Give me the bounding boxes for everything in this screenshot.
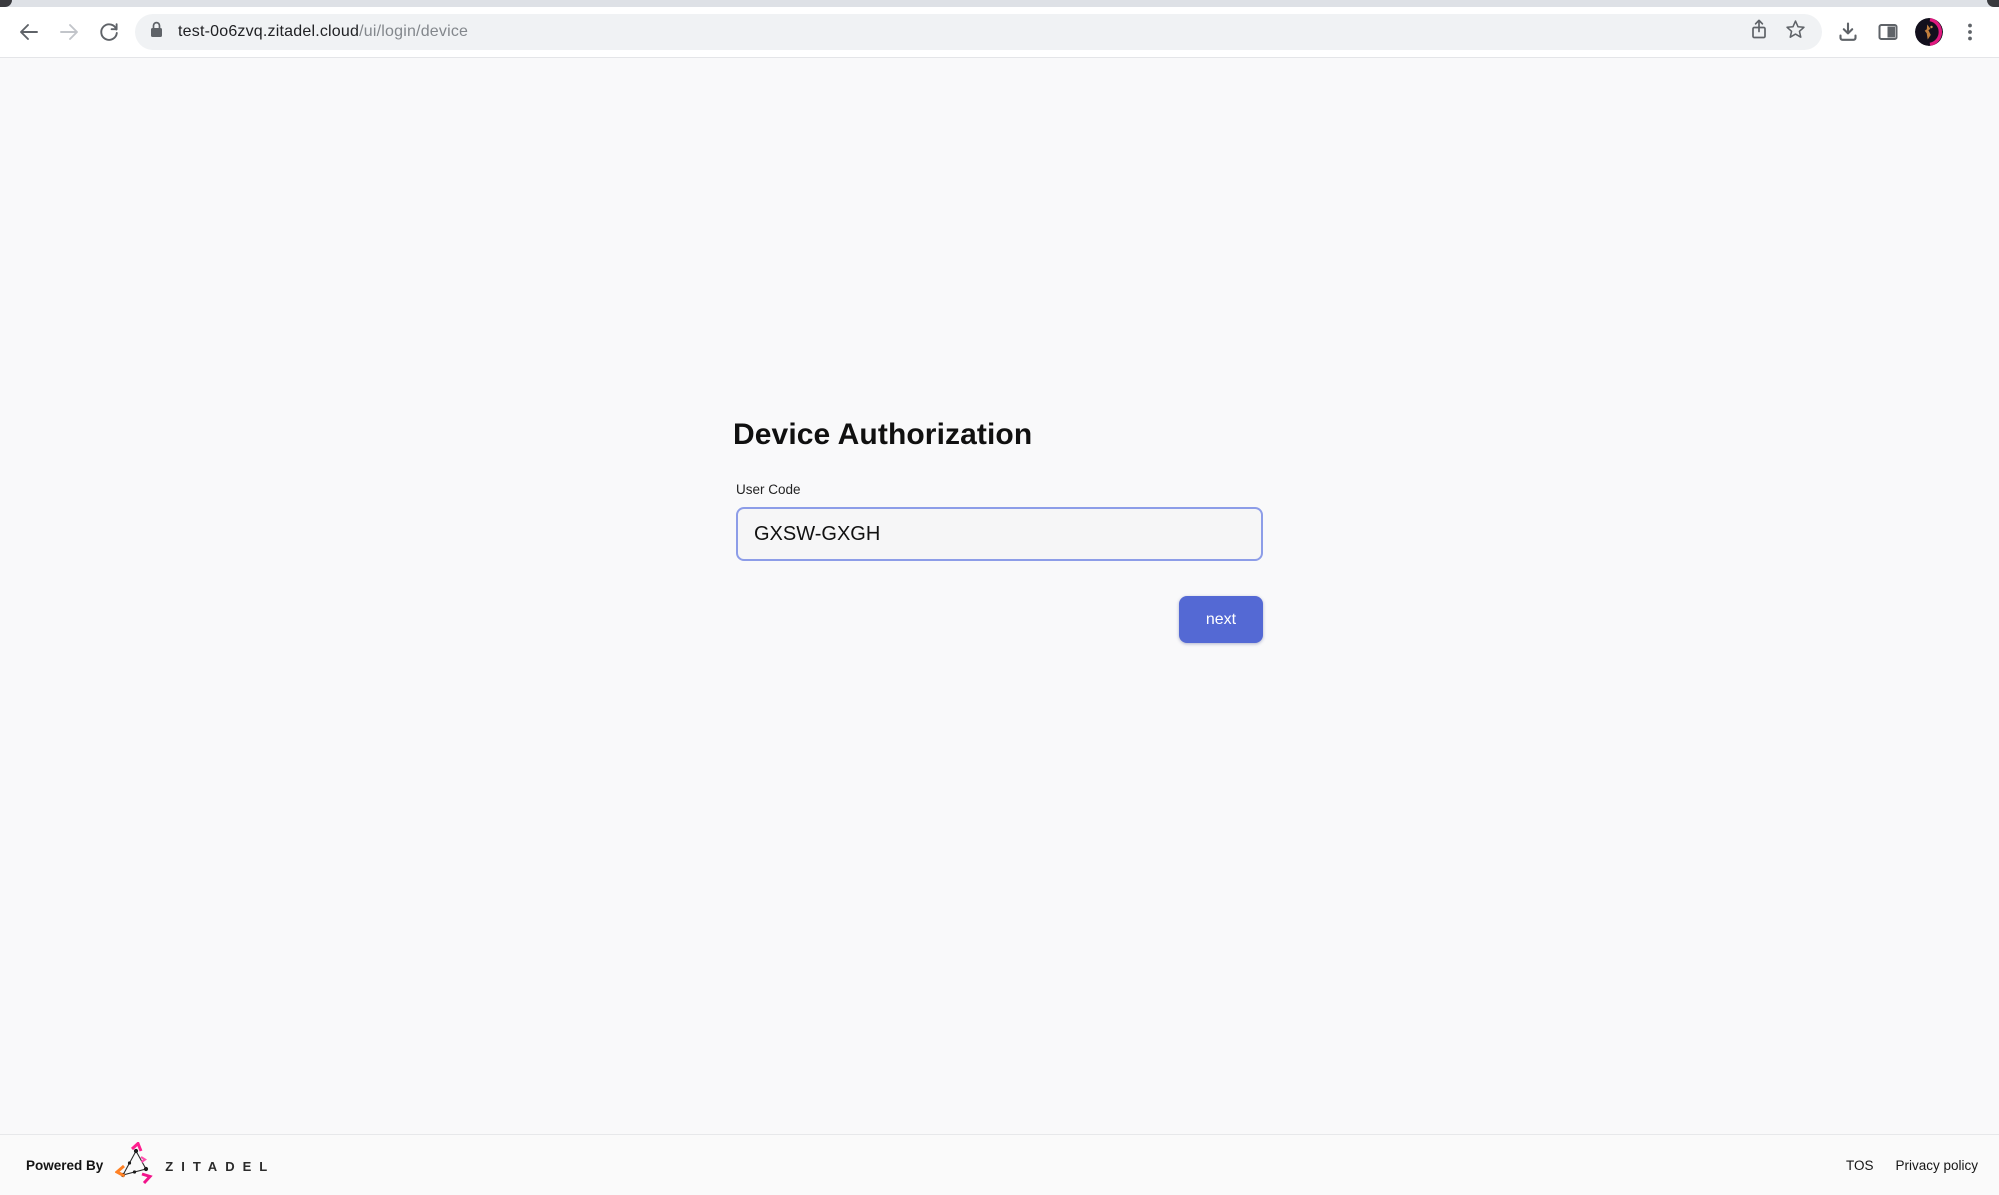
footer: Powered By ZITADEL TOS Privacy policy (0, 1134, 1999, 1195)
url-path: /ui/login/device (359, 23, 468, 40)
zitadel-logo-icon (115, 1142, 155, 1189)
privacy-policy-link[interactable]: Privacy policy (1895, 1158, 1978, 1173)
star-icon (1784, 18, 1807, 46)
user-code-input[interactable] (736, 507, 1263, 561)
browser-toolbar: test-0o6zvq.zitadel.cloud/ui/login/devic… (0, 7, 1999, 58)
url-domain: test-0o6zvq.zitadel.cloud (178, 23, 359, 40)
downloads-button[interactable] (1828, 12, 1868, 52)
reload-icon (97, 20, 121, 44)
reload-button[interactable] (89, 12, 129, 52)
zitadel-wordmark: ZITADEL (165, 1159, 275, 1174)
back-icon (17, 20, 41, 44)
page-title: Device Authorization (733, 416, 1032, 454)
url-text: test-0o6zvq.zitadel.cloud/ui/login/devic… (178, 23, 468, 41)
download-icon (1836, 20, 1860, 44)
kebab-menu-icon (1958, 20, 1982, 44)
user-code-label: User Code (736, 482, 801, 497)
share-button[interactable] (1741, 14, 1777, 50)
window-corner-right (1987, 0, 1999, 7)
powered-by-label: Powered By (26, 1158, 103, 1173)
bookmark-button[interactable] (1777, 14, 1813, 50)
side-panel-button[interactable] (1868, 12, 1908, 52)
address-bar[interactable]: test-0o6zvq.zitadel.cloud/ui/login/devic… (135, 14, 1822, 50)
tos-link[interactable]: TOS (1846, 1158, 1874, 1173)
forward-icon (57, 20, 81, 44)
tab-strip (0, 0, 1999, 7)
login-page: Device Authorization User Code next (0, 58, 1999, 1134)
device-auth-panel: Device Authorization User Code next (736, 58, 1263, 1134)
share-icon (1748, 18, 1770, 46)
side-panel-icon (1876, 20, 1900, 44)
lock-icon (148, 20, 165, 44)
next-button[interactable]: next (1179, 596, 1263, 643)
avatar (1915, 18, 1943, 46)
forward-button[interactable] (49, 12, 89, 52)
profile-avatar[interactable] (1908, 12, 1950, 52)
window-corner-left (0, 0, 12, 7)
browser-menu-button[interactable] (1950, 12, 1990, 52)
back-button[interactable] (9, 12, 49, 52)
